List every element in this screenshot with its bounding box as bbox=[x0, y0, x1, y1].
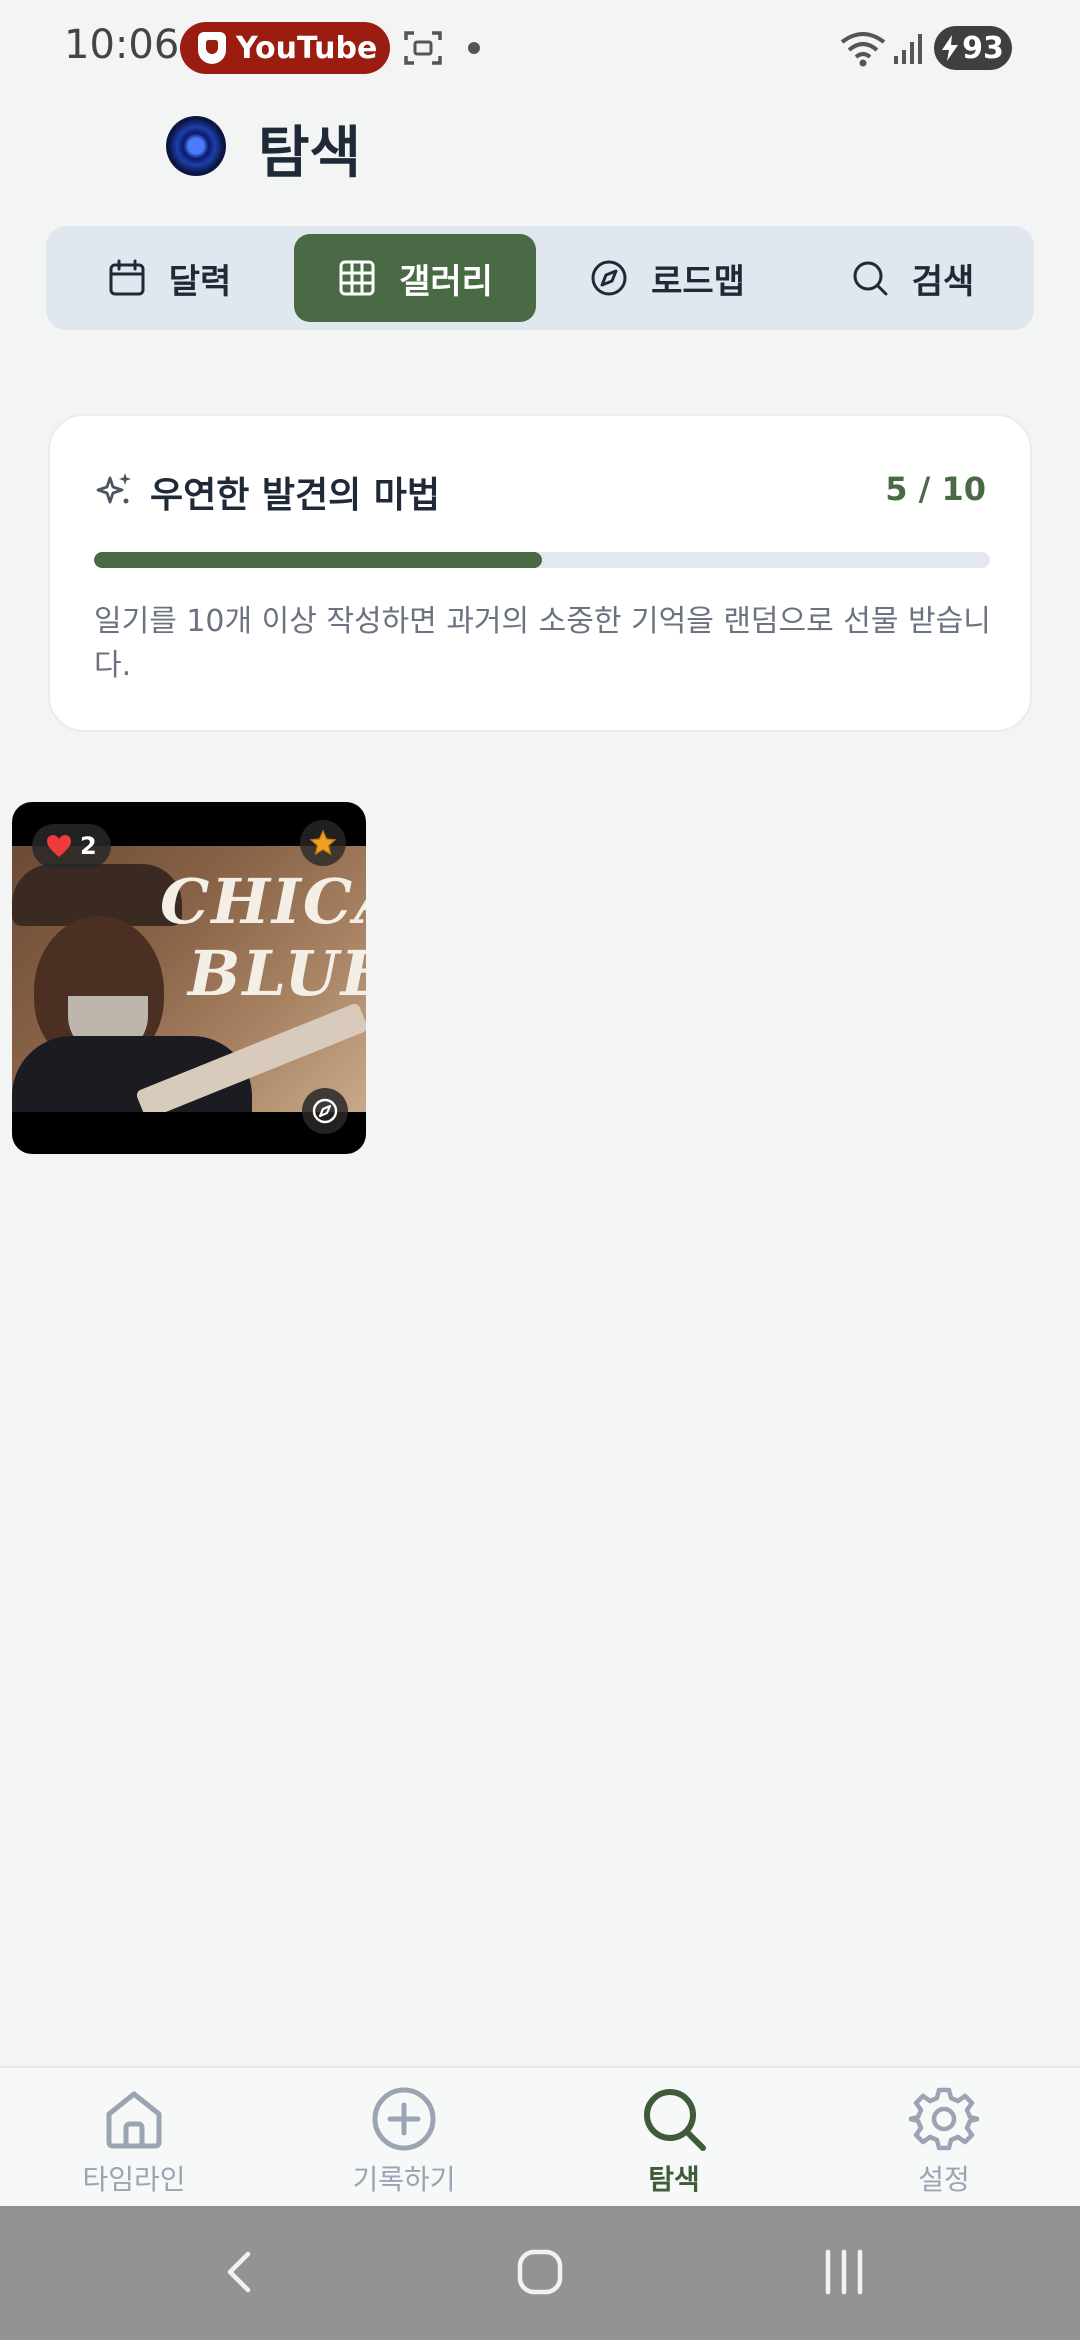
star-icon bbox=[309, 829, 337, 856]
search-icon bbox=[644, 2089, 706, 2151]
battery-level: 93 bbox=[962, 30, 1004, 66]
tab-search-label: 검색 bbox=[911, 261, 975, 302]
plus-circle-icon bbox=[372, 2087, 436, 2151]
system-nav-bar bbox=[0, 2206, 1080, 2340]
notification-pill[interactable]: YouTube bbox=[180, 22, 390, 74]
tab-calendar-label: 달력 bbox=[168, 261, 232, 302]
grid-icon bbox=[339, 260, 375, 296]
charging-icon bbox=[942, 35, 959, 61]
tab-gallery[interactable]: 갤러리 bbox=[294, 234, 536, 322]
calendar-icon bbox=[109, 259, 145, 296]
nav-explore[interactable]: 탐색 bbox=[574, 2084, 774, 2198]
card-description: 일기를 10개 이상 작성하면 과거의 소중한 기억을 랜덤으로 선물 받습니다… bbox=[94, 604, 991, 683]
screenshot-icon bbox=[404, 31, 442, 65]
gear-icon bbox=[909, 2087, 979, 2151]
view-tab-bar: 달력 갤러리 로드맵 검색 bbox=[46, 226, 1034, 330]
home-icon bbox=[106, 2091, 162, 2149]
photo-text: CHICAG BLUES bbox=[160, 866, 366, 1010]
nav-settings[interactable]: 설정 bbox=[844, 2084, 1044, 2198]
tab-search[interactable]: 검색 bbox=[798, 234, 1026, 322]
search-icon bbox=[853, 261, 888, 296]
tab-gallery-label: 갤러리 bbox=[399, 261, 493, 302]
tab-roadmap-label: 로드맵 bbox=[651, 261, 745, 302]
heart-icon bbox=[47, 835, 71, 857]
app-logo bbox=[166, 116, 226, 176]
back-icon[interactable] bbox=[210, 2242, 270, 2302]
notification-dot-icon bbox=[468, 42, 480, 54]
nav-record[interactable]: 기록하기 bbox=[304, 2084, 504, 2198]
recents-icon[interactable] bbox=[814, 2242, 874, 2302]
photo-text-line-1: CHICAG bbox=[160, 865, 366, 938]
page-title: 탐색 bbox=[258, 121, 362, 186]
roadmap-button[interactable] bbox=[302, 1088, 348, 1134]
gallery-photo: CHICAG BLUES bbox=[12, 846, 366, 1112]
card-title: 우연한 발견의 마법 bbox=[150, 475, 441, 516]
serendipity-card: 우연한 발견의 마법 5 / 10 일기를 10개 이상 작성하면 과거의 소중… bbox=[48, 414, 1032, 732]
sparkles-icon bbox=[96, 473, 131, 504]
nav-record-label: 기록하기 bbox=[352, 2163, 456, 2196]
tab-roadmap[interactable]: 로드맵 bbox=[546, 234, 788, 322]
progress-fill bbox=[94, 552, 542, 568]
like-badge[interactable]: 2 bbox=[32, 824, 111, 868]
gallery-item[interactable]: CHICAG BLUES 2 bbox=[12, 802, 366, 1154]
progress-bar bbox=[94, 552, 990, 568]
status-time: 10:06 bbox=[64, 22, 180, 68]
bottom-nav: 타임라인 기록하기 탐색 설정 bbox=[0, 2066, 1080, 2206]
compass-icon bbox=[591, 260, 627, 296]
notification-app-label: YouTube bbox=[236, 30, 378, 66]
like-count: 2 bbox=[80, 832, 97, 860]
status-bar: 10:06 YouTube 93 bbox=[0, 0, 1080, 90]
favorite-button[interactable] bbox=[300, 820, 346, 866]
photo-text-line-2: BLUES bbox=[188, 937, 366, 1010]
home-button-icon[interactable] bbox=[510, 2242, 570, 2302]
brave-browser-icon bbox=[198, 32, 226, 64]
nav-explore-label: 탐색 bbox=[648, 2163, 700, 2196]
nav-settings-label: 설정 bbox=[918, 2163, 970, 2196]
wifi-icon bbox=[840, 32, 886, 67]
progress-count: 5 / 10 bbox=[885, 470, 986, 508]
battery-indicator: 93 bbox=[934, 26, 1012, 70]
compass-icon bbox=[312, 1098, 338, 1124]
signal-icon bbox=[894, 34, 922, 64]
nav-timeline-label: 타임라인 bbox=[82, 2163, 186, 2196]
nav-timeline[interactable]: 타임라인 bbox=[34, 2084, 234, 2198]
tab-calendar[interactable]: 달력 bbox=[54, 234, 284, 322]
